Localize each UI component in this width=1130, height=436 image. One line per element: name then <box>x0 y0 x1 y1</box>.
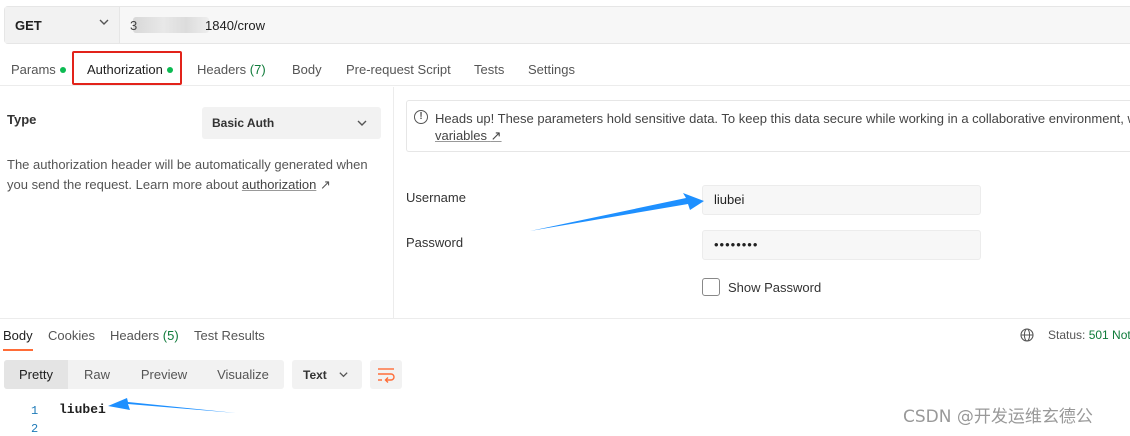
annotation-arrows <box>108 193 704 413</box>
annotation-arrow-username <box>530 193 704 231</box>
annotation-arrow-response <box>108 398 236 413</box>
